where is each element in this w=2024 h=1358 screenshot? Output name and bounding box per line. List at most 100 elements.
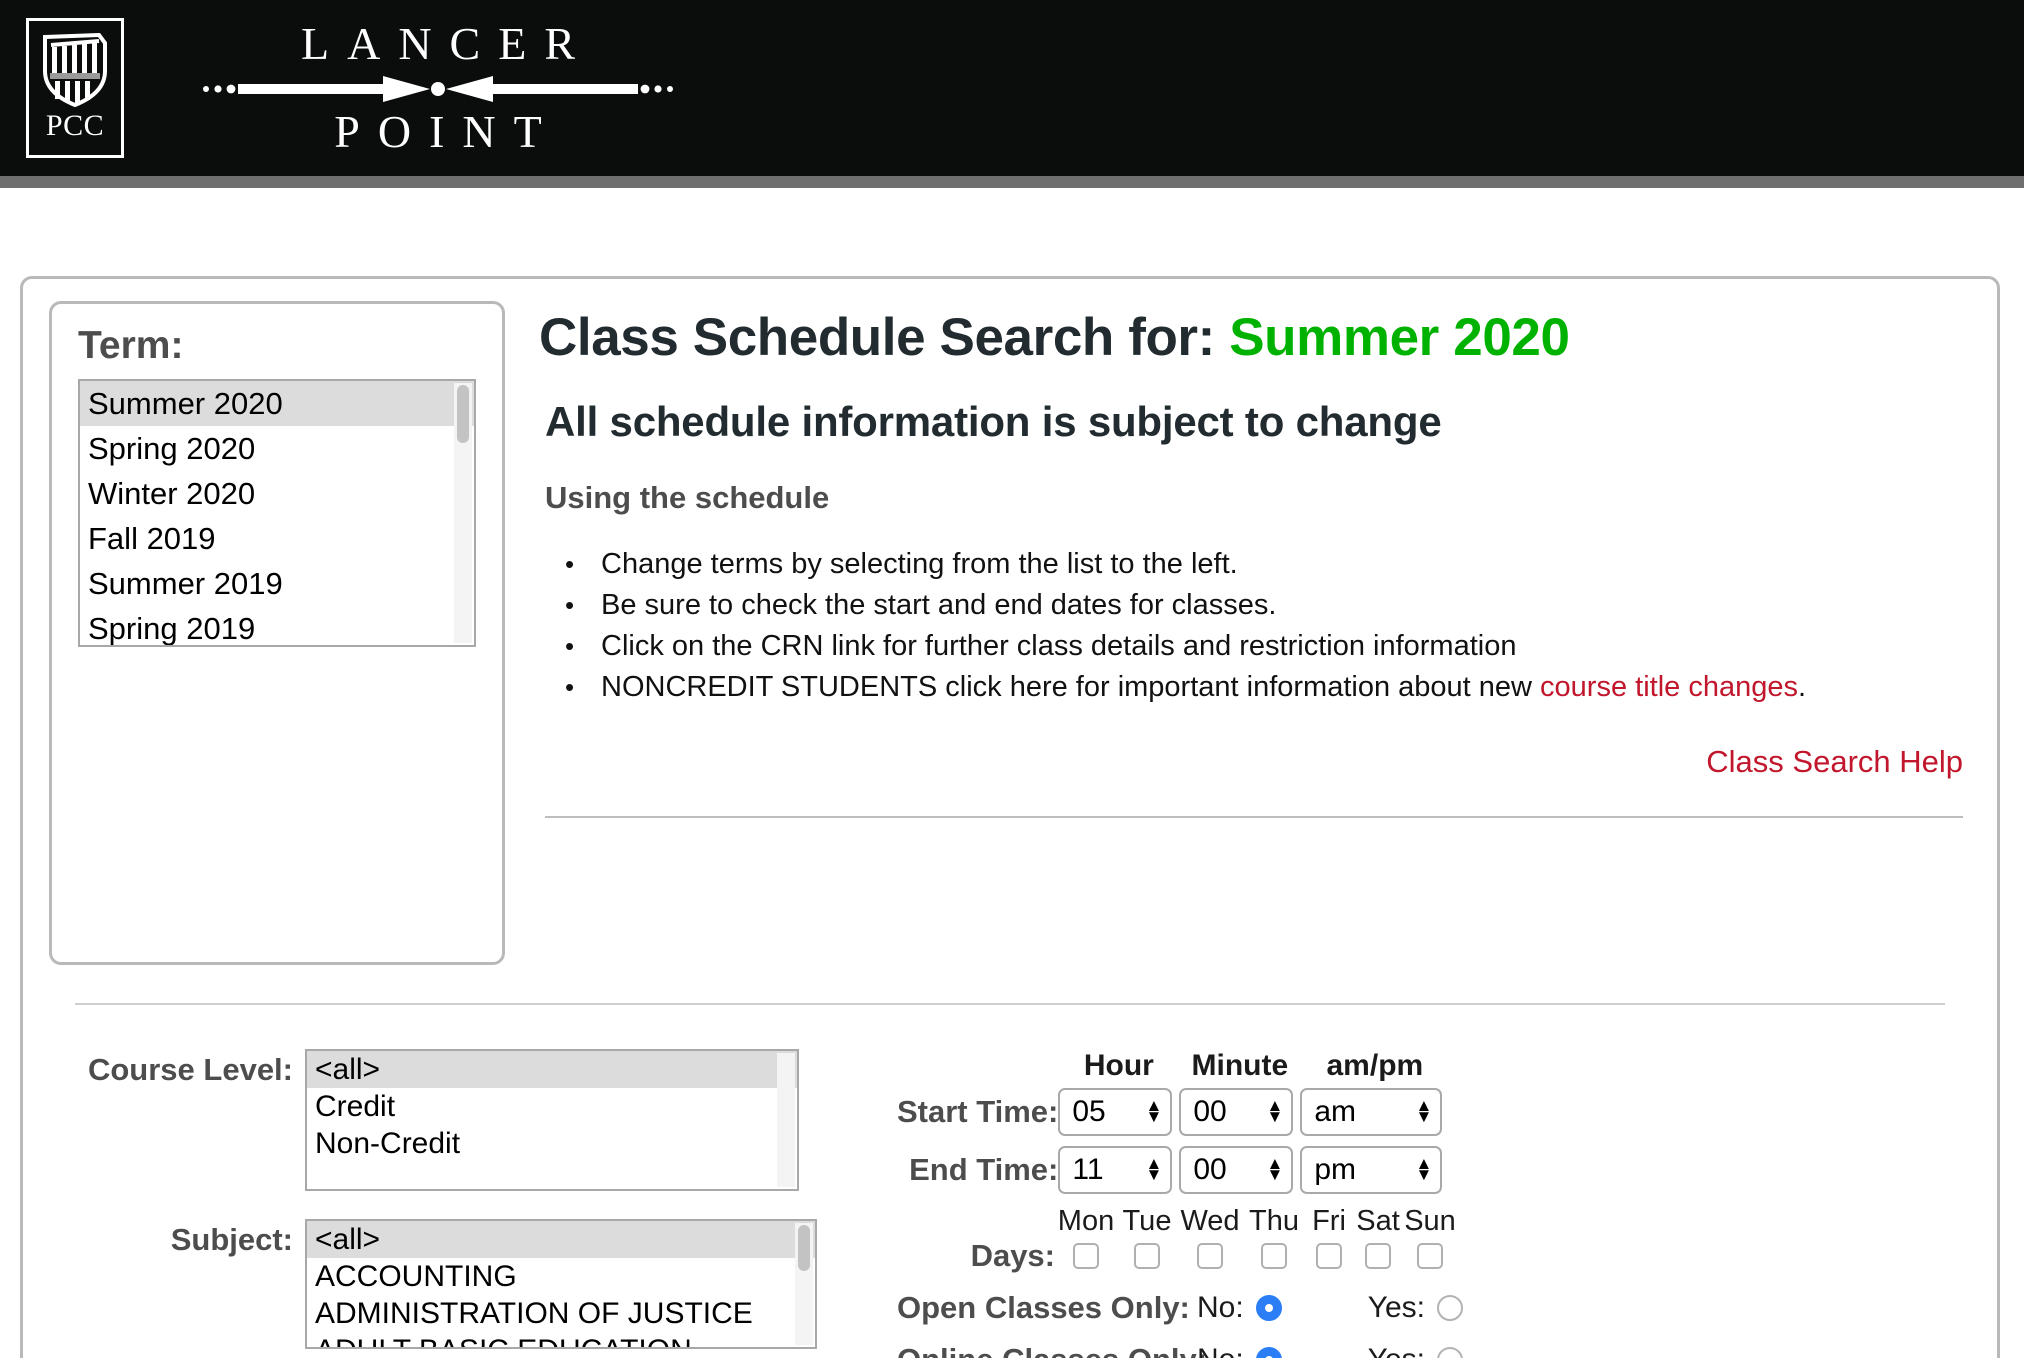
term-option[interactable]: Spring 2019 (80, 606, 474, 645)
open-classes-yes-radio[interactable] (1436, 1295, 1463, 1321)
term-option[interactable]: Summer 2020 (80, 381, 474, 426)
start-time-label: Start Time: (897, 1094, 1059, 1129)
top-row: Term: Summer 2020 Spring 2020 Winter 202… (49, 301, 1971, 965)
day-header-sat: Sat (1356, 1205, 1400, 1237)
term-option[interactable]: Winter 2020 (80, 471, 474, 516)
open-classes-only-label: Open Classes Only: (897, 1290, 1190, 1325)
course-level-option[interactable]: Non-Credit (307, 1125, 797, 1162)
list-item: Change terms by selecting from the list … (565, 544, 1971, 585)
help-row: Class Search Help (539, 744, 1971, 780)
day-checkbox-sat[interactable] (1365, 1243, 1391, 1269)
class-search-help-link[interactable]: Class Search Help (1706, 744, 1963, 779)
subject-option[interactable]: <all> (307, 1221, 815, 1258)
end-minute-stepper[interactable]: 00 ▲ ▼ (1179, 1146, 1294, 1194)
search-criteria-form: Course Level: <all> Credit Non-Credit Su… (49, 1005, 1971, 1358)
form-left-column: Course Level: <all> Credit Non-Credit Su… (49, 1049, 879, 1358)
term-scrollbar[interactable] (454, 383, 472, 643)
day-checkbox-mon[interactable] (1073, 1243, 1099, 1269)
course-level-option[interactable]: Credit (307, 1088, 797, 1125)
day-checkbox-tue[interactable] (1134, 1243, 1160, 1269)
day-checkbox-wed[interactable] (1197, 1243, 1223, 1269)
start-minute-value: 00 (1193, 1095, 1227, 1128)
page-title-term: Summer 2020 (1229, 308, 1570, 367)
list-item: Click on the CRN link for further class … (565, 626, 1971, 667)
shield-glyph-icon (43, 33, 107, 107)
subject-row: Subject: <all> ACCOUNTING ADMINISTRATION… (83, 1219, 879, 1349)
page-title: Class Schedule Search for: Summer 2020 (539, 307, 1971, 370)
term-option[interactable]: Summer 2019 (80, 561, 474, 606)
time-header-row: Hour Minute am/pm (897, 1049, 1449, 1083)
stepper-arrows-icon[interactable]: ▲ ▼ (1267, 1098, 1284, 1125)
online-classes-no-radio[interactable] (1255, 1347, 1282, 1358)
lancerpoint-wordmark: LANCER POINT (198, 17, 678, 157)
open-classes-no-option[interactable]: No: (1197, 1291, 1294, 1325)
online-classes-yes-option[interactable]: Yes: (1368, 1343, 1475, 1358)
day-header-thu: Thu (1249, 1205, 1299, 1237)
term-option[interactable]: Fall 2019 (80, 516, 474, 561)
subject-listbox[interactable]: <all> ACCOUNTING ADMINISTRATION OF JUSTI… (305, 1219, 817, 1349)
online-classes-no-option[interactable]: No: (1197, 1343, 1294, 1358)
subject-label: Subject: (170, 1222, 293, 1257)
hour-column-header: Hour (1083, 1049, 1154, 1082)
open-classes-no-radio[interactable] (1255, 1295, 1282, 1321)
tips-list: Change terms by selecting from the list … (539, 544, 1971, 708)
open-classes-no-label: No: (1197, 1291, 1244, 1324)
day-header-fri: Fri (1312, 1205, 1346, 1237)
term-scrollbar-thumb[interactable] (457, 385, 469, 443)
stepper-arrows-icon[interactable]: ▲ ▼ (1416, 1156, 1433, 1183)
start-ampm-value: am (1314, 1095, 1357, 1128)
open-classes-only-row: Open Classes Only: No: Yes: (897, 1290, 1971, 1326)
stepper-arrows-icon[interactable]: ▲ ▼ (1146, 1098, 1163, 1125)
day-checkbox-thu[interactable] (1261, 1243, 1287, 1269)
course-level-scrollbar[interactable] (777, 1053, 795, 1187)
term-option-list: Summer 2020 Spring 2020 Winter 2020 Fall… (80, 381, 474, 645)
day-header-tue: Tue (1122, 1205, 1172, 1237)
course-level-row: Course Level: <all> Credit Non-Credit (83, 1049, 879, 1191)
double-arrow-divider-icon (203, 76, 673, 102)
stepper-arrows-icon[interactable]: ▲ ▼ (1267, 1156, 1284, 1183)
course-level-label: Course Level: (87, 1052, 293, 1087)
list-item: NONCREDIT STUDENTS click here for import… (565, 667, 1971, 708)
start-minute-stepper[interactable]: 00 ▲ ▼ (1179, 1088, 1294, 1136)
subject-option[interactable]: ADMINISTRATION OF JUSTICE (307, 1295, 815, 1332)
end-ampm-stepper[interactable]: pm ▲ ▼ (1300, 1146, 1443, 1194)
term-option[interactable]: Spring 2020 (80, 426, 474, 471)
brand-logo[interactable]: PCC LANCER POINT (0, 18, 678, 158)
time-table: Hour Minute am/pm Start Time: 05 ▲ ▼ 00 … (897, 1049, 1449, 1199)
term-card: Term: Summer 2020 Spring 2020 Winter 202… (49, 301, 505, 965)
day-checkbox-sun[interactable] (1417, 1243, 1443, 1269)
subject-option[interactable]: ACCOUNTING (307, 1258, 815, 1295)
start-ampm-stepper[interactable]: am ▲ ▼ (1300, 1088, 1443, 1136)
using-the-schedule-heading: Using the schedule (545, 479, 830, 515)
noncredit-suffix: . (1797, 670, 1807, 703)
start-time-row: Start Time: 05 ▲ ▼ 00 ▲ ▼ am ▲ ▼ (897, 1083, 1449, 1141)
day-checkbox-fri[interactable] (1316, 1243, 1342, 1269)
wordmark-point: POINT (334, 106, 560, 157)
term-label: Term: (78, 324, 184, 367)
start-hour-stepper[interactable]: 05 ▲ ▼ (1058, 1088, 1173, 1136)
stepper-arrows-icon[interactable]: ▲ ▼ (1146, 1156, 1163, 1183)
online-classes-only-label: Online Classes Only: (897, 1342, 1207, 1358)
schedule-info-column: Class Schedule Search for: Summer 2020 A… (505, 301, 1971, 818)
course-level-option[interactable]: <all> (307, 1051, 797, 1088)
stepper-arrows-icon[interactable]: ▲ ▼ (1416, 1098, 1433, 1125)
online-classes-only-row: Online Classes Only: No: Yes: (897, 1342, 1971, 1358)
end-ampm-value: pm (1314, 1153, 1357, 1186)
pcc-wordmark: PCC (45, 109, 105, 142)
subject-scrollbar[interactable] (795, 1223, 813, 1345)
term-listbox[interactable]: Summer 2020 Spring 2020 Winter 2020 Fall… (78, 379, 476, 647)
open-classes-yes-option[interactable]: Yes: (1368, 1291, 1475, 1325)
subject-option-list: <all> ACCOUNTING ADMINISTRATION OF JUSTI… (307, 1221, 815, 1347)
subject-option[interactable]: ADULT BASIC EDUCATION (307, 1332, 815, 1347)
subject-scrollbar-thumb[interactable] (798, 1225, 810, 1271)
online-classes-yes-radio[interactable] (1436, 1347, 1463, 1358)
day-header-sun: Sun (1404, 1205, 1456, 1237)
form-right-column: Hour Minute am/pm Start Time: 05 ▲ ▼ 00 … (879, 1049, 1971, 1358)
header-divider (0, 176, 2024, 188)
wordmark-lancer: LANCER (301, 17, 593, 69)
course-title-changes-link[interactable]: course title changes (1540, 671, 1798, 703)
course-level-listbox[interactable]: <all> Credit Non-Credit (305, 1049, 799, 1191)
online-classes-no-label: No: (1197, 1343, 1244, 1358)
end-hour-stepper[interactable]: 11 ▲ ▼ (1058, 1146, 1173, 1194)
start-hour-value: 05 (1072, 1095, 1106, 1128)
